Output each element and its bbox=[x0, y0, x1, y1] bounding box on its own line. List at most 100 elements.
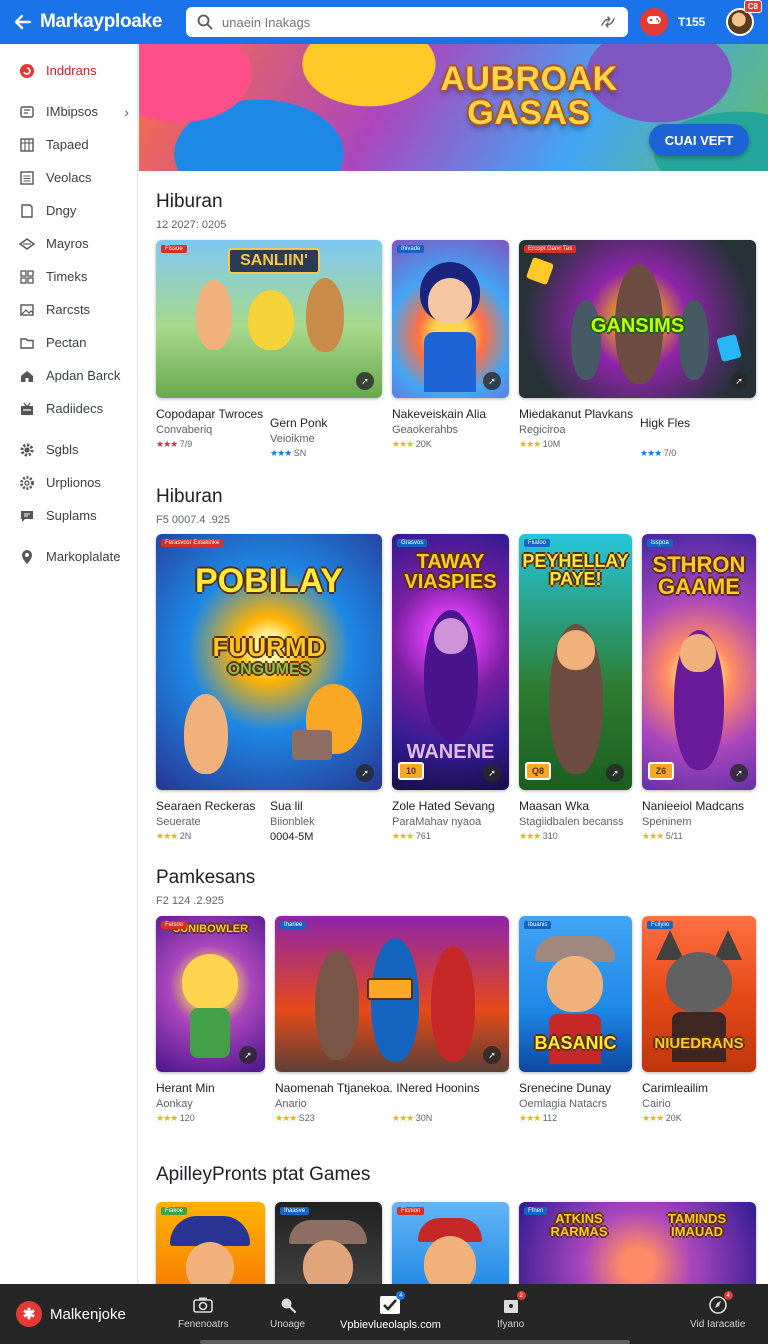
game-controller-icon bbox=[646, 13, 662, 32]
camera-icon bbox=[192, 1294, 214, 1316]
game-card[interactable]: TAWAY VIASPIES WANENE 10 Grasvos ➚ Zole … bbox=[392, 534, 509, 842]
arrow-icon[interactable]: ➚ bbox=[483, 764, 501, 782]
rating-value: 761 bbox=[415, 831, 431, 841]
game-card-label: Higk Fles ★★★ 7/0 bbox=[640, 407, 750, 459]
game-title: Zole Hated Sevang bbox=[392, 799, 495, 813]
arrow-icon[interactable]: ➚ bbox=[730, 764, 748, 782]
game-card[interactable]: SUNIBOWLER Feisoo ➚ Herant Min Aonkay ★★… bbox=[156, 916, 265, 1124]
sidebar-item-pectan[interactable]: Pectan bbox=[0, 326, 137, 359]
sidebar-item-tapaed[interactable]: Tapaed bbox=[0, 128, 137, 161]
arrow-icon[interactable]: ➚ bbox=[730, 372, 748, 390]
search-bar[interactable] bbox=[186, 7, 628, 37]
arrow-icon[interactable]: ➚ bbox=[239, 1046, 257, 1064]
game-thumbnail[interactable]: Ihariee ➚ bbox=[275, 916, 509, 1072]
game-thumbnail[interactable]: PEYHELLAY PAYE! Q8 Fiiafoo ➚ bbox=[519, 534, 632, 790]
image-icon bbox=[18, 301, 36, 319]
game-tag: Fissoe bbox=[161, 245, 187, 253]
arrow-icon[interactable]: ➚ bbox=[356, 372, 374, 390]
search-input[interactable] bbox=[222, 14, 598, 30]
voice-search-icon[interactable] bbox=[598, 12, 618, 32]
search-icon bbox=[196, 13, 214, 31]
game-rating: ★★★ 20K bbox=[642, 1113, 756, 1124]
sidebar-item-label: IMbipsos bbox=[46, 104, 99, 119]
game-thumbnail[interactable]: Ihivade ➚ bbox=[392, 240, 509, 398]
game-publisher: Stagiidbalen becanss bbox=[519, 816, 624, 828]
game-tag: Ihariee bbox=[280, 921, 307, 929]
game-thumbnail[interactable]: GANSIMS Ercopt Ganc Tas ➚ bbox=[519, 240, 756, 398]
sidebar-item-markoplalate[interactable]: Markoplalate bbox=[0, 540, 137, 573]
game-card[interactable]: Ihaasve bbox=[275, 1202, 382, 1284]
sidebar-item-urplionos[interactable]: Urplionos bbox=[0, 466, 137, 499]
game-thumbnail[interactable]: ATKINS RARMAS TAMINDS IMAUAD Ffnen bbox=[519, 1202, 756, 1284]
section-header: ApilleyPronts ptat Games bbox=[156, 1164, 370, 1186]
user-avatar[interactable]: C8 bbox=[726, 0, 762, 36]
sidebar-item-apdan-barck[interactable]: Apdan Barck bbox=[0, 359, 137, 392]
game-card[interactable]: NIUEDRANS Fcilyiio Carimleailim Cairio ★… bbox=[642, 916, 756, 1124]
rating-stars: ★★★ bbox=[392, 439, 414, 449]
game-thumbnail[interactable]: TAWAY VIASPIES WANENE 10 Grasvos ➚ bbox=[392, 534, 509, 790]
game-card-label: Sua lil Biionblek 0004-5M bbox=[270, 790, 380, 843]
home-icon bbox=[18, 62, 36, 80]
game-thumbnail[interactable]: BASANIC Ibuanis bbox=[519, 916, 632, 1072]
game-thumbnail[interactable]: Fiakoe bbox=[156, 1202, 265, 1284]
sidebar-item-apps[interactable]: IMbipsos › bbox=[0, 95, 137, 128]
rating-value: 2N bbox=[179, 831, 192, 841]
arrow-icon[interactable]: ➚ bbox=[483, 1046, 501, 1064]
game-rating: ★★★ 7/0 bbox=[640, 448, 750, 459]
back-arrow-icon[interactable] bbox=[6, 0, 40, 44]
game-rating: ★★★ 761 bbox=[392, 831, 509, 842]
game-thumbnail[interactable]: STHRON GAAME Z6 Isspoa ➚ bbox=[642, 534, 756, 790]
game-title: Nanieeiol Madcans bbox=[642, 799, 745, 813]
sidebar-item-rarcsts[interactable]: Rarcsts bbox=[0, 293, 137, 326]
sidebar-item-home[interactable]: Inddrans bbox=[0, 54, 137, 87]
game-card[interactable]: Ficnion bbox=[392, 1202, 509, 1284]
game-thumbnail[interactable]: POBILAY FUURMD ONGUMES Ferasvosr Extakin… bbox=[156, 534, 382, 790]
game-thumbnail[interactable]: Ihaasve bbox=[275, 1202, 382, 1284]
rating-value: S23 bbox=[298, 1113, 315, 1123]
bottom-nav-item[interactable]: Unoage bbox=[270, 1294, 305, 1330]
bottom-nav-item[interactable]: Fenenoatrs bbox=[178, 1294, 229, 1330]
bottom-nav-item[interactable]: 4 Vpbievlueolapls.com bbox=[340, 1291, 441, 1331]
sidebar-item-suplams[interactable]: Suplams bbox=[0, 499, 137, 532]
bottom-nav-item[interactable]: 4 Vid Iaracatie bbox=[690, 1291, 745, 1330]
sidebar-item-timeks[interactable]: Timeks bbox=[0, 260, 137, 293]
bottom-brand[interactable]: ✱ Malkenjoke bbox=[16, 1301, 176, 1327]
game-thumbnail[interactable]: SANLIIN' Fissoe ➚ bbox=[156, 240, 382, 398]
game-card[interactable]: ATKINS RARMAS TAMINDS IMAUAD Ffnen bbox=[519, 1202, 756, 1284]
arrow-icon[interactable]: ➚ bbox=[606, 764, 624, 782]
sidebar-item-veolacs[interactable]: Veolacs bbox=[0, 161, 137, 194]
sidebar-item-sgbls[interactable]: Sgbls bbox=[0, 433, 137, 466]
banner-cta-button[interactable]: CUAI VEFT bbox=[649, 124, 749, 156]
sidebar-item-radiidecs[interactable]: Radiidecs bbox=[0, 392, 137, 425]
game-thumbnail[interactable]: NIUEDRANS Fcilyiio bbox=[642, 916, 756, 1072]
sidebar-item-mayros[interactable]: Mayros bbox=[0, 227, 137, 260]
game-card[interactable]: Fiakoe bbox=[156, 1202, 265, 1284]
rating-value: 120 bbox=[179, 1113, 195, 1123]
game-publisher bbox=[392, 1098, 502, 1110]
arrow-icon[interactable]: ➚ bbox=[356, 764, 374, 782]
notifications-button[interactable] bbox=[640, 8, 668, 36]
game-badge: Q8 bbox=[525, 762, 551, 780]
game-card[interactable]: STHRON GAAME Z6 Isspoa ➚ Nanieeiol Madca… bbox=[642, 534, 756, 842]
game-thumbnail[interactable]: Ficnion bbox=[392, 1202, 509, 1284]
game-card-label: ★★★ 30N bbox=[392, 1072, 502, 1124]
bottom-nav-item[interactable]: 2 Ifyano bbox=[497, 1291, 526, 1330]
game-title: Higk Fles bbox=[640, 416, 691, 430]
rating-stars: ★★★ bbox=[156, 831, 178, 841]
rating-value: 7/9 bbox=[179, 439, 193, 449]
brand-name: Malkenjoke bbox=[50, 1305, 126, 1323]
sidebar-item-label: Mayros bbox=[46, 236, 89, 251]
sidebar-item-label: Rarcsts bbox=[46, 302, 91, 317]
game-rating: ★★★ 120 bbox=[156, 1113, 265, 1124]
game-art-title: TAMINDS IMAUAD bbox=[667, 1211, 727, 1239]
game-thumbnail[interactable]: SUNIBOWLER Feisoo ➚ bbox=[156, 916, 265, 1072]
promo-banner[interactable]: AUBROAK GASAS CUAI VEFT bbox=[139, 44, 768, 171]
game-tag: Ihivade bbox=[397, 245, 425, 253]
rating-value: 30N bbox=[415, 1113, 433, 1123]
game-card[interactable]: PEYHELLAY PAYE! Q8 Fiiafoo ➚ Maasan Wka … bbox=[519, 534, 632, 842]
sidebar-item-dngy[interactable]: Dngy bbox=[0, 194, 137, 227]
game-card[interactable]: Ihivade ➚ Nakeveiskain Alia Geaokerahbs … bbox=[392, 240, 509, 450]
game-card[interactable]: BASANIC Ibuanis Srenecine Dunay Oemlagia… bbox=[519, 916, 632, 1124]
game-title: Sua lil bbox=[270, 799, 303, 813]
arrow-icon[interactable]: ➚ bbox=[483, 372, 501, 390]
